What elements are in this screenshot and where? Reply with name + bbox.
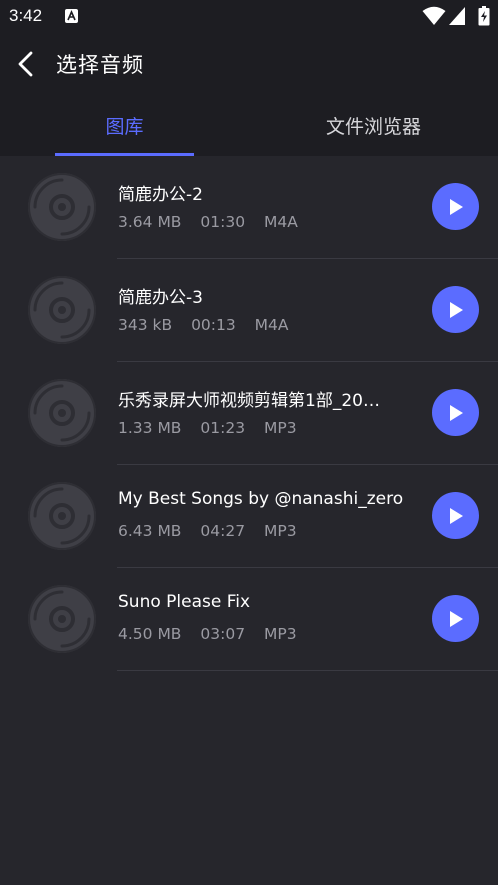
disc-icon: [28, 276, 96, 344]
tab-gallery-label: 图库: [105, 115, 144, 138]
play-icon: [449, 507, 463, 524]
audio-item[interactable]: Suno Please Fix 4.50 MB 03:07 MP3: [0, 568, 498, 671]
audio-name: 简鹿办公-3: [118, 288, 203, 308]
status-time: 3:42: [9, 6, 43, 25]
tab-gallery[interactable]: 图库: [0, 94, 249, 156]
audio-item[interactable]: My Best Songs by @nanashi_zero 6.43 MB 0…: [0, 465, 498, 568]
play-button[interactable]: [432, 595, 479, 642]
audio-size: 3.64 MB: [118, 213, 182, 231]
audio-duration: 04:27: [200, 522, 246, 540]
chevron-left-icon: [18, 51, 33, 77]
divider: [117, 670, 498, 671]
audio-size: 1.33 MB: [118, 419, 182, 437]
play-icon: [449, 404, 463, 421]
audio-meta: 6.43 MB 04:27 MP3: [118, 522, 311, 542]
play-icon: [449, 610, 463, 627]
audio-item[interactable]: 简鹿办公-2 3.64 MB 01:30 M4A: [0, 156, 498, 259]
play-button[interactable]: [432, 389, 479, 436]
audio-format: MP3: [264, 419, 297, 437]
notification-a-icon: [65, 9, 78, 23]
signal-icon: [449, 7, 465, 25]
audio-name: My Best Songs by @nanashi_zero: [118, 489, 404, 509]
tab-file-browser[interactable]: 文件浏览器: [249, 94, 498, 156]
battery-charging-icon: [478, 6, 490, 26]
back-button[interactable]: [10, 48, 42, 80]
app-bar: 选择音频: [0, 34, 498, 94]
audio-meta: 1.33 MB 01:23 MP3: [118, 419, 311, 439]
audio-meta: 343 kB 00:13 M4A: [118, 316, 303, 336]
disc-icon: [28, 173, 96, 241]
disc-icon: [28, 482, 96, 550]
page-title: 选择音频: [56, 53, 144, 77]
status-bar: 3:42: [0, 0, 498, 34]
audio-meta: 3.64 MB 01:30 M4A: [118, 213, 312, 233]
audio-duration: 01:30: [200, 213, 246, 231]
play-button[interactable]: [432, 286, 479, 333]
audio-name: Suno Please Fix: [118, 592, 251, 612]
tab-file-browser-label: 文件浏览器: [325, 115, 421, 138]
disc-icon: [28, 379, 96, 447]
disc-icon: [28, 585, 96, 653]
audio-size: 6.43 MB: [118, 522, 182, 540]
play-button[interactable]: [432, 183, 479, 230]
audio-name: 乐秀录屏大师视频剪辑第1部_20…: [118, 391, 380, 411]
audio-format: MP3: [264, 522, 297, 540]
play-button[interactable]: [432, 492, 479, 539]
screen: 3:42 选择音频 图库 文件浏览器 简鹿办公-2 3.64 MB 01:30 …: [0, 0, 498, 885]
audio-meta: 4.50 MB 03:07 MP3: [118, 625, 311, 645]
audio-duration: 03:07: [200, 625, 246, 643]
audio-item[interactable]: 简鹿办公-3 343 kB 00:13 M4A: [0, 259, 498, 362]
audio-size: 4.50 MB: [118, 625, 182, 643]
play-icon: [449, 198, 463, 215]
audio-format: MP3: [264, 625, 297, 643]
audio-list: 简鹿办公-2 3.64 MB 01:30 M4A 简鹿办公-3 343 kB 0…: [0, 156, 498, 671]
audio-duration: 00:13: [191, 316, 236, 334]
audio-format: M4A: [254, 316, 289, 334]
audio-duration: 01:23: [200, 419, 246, 437]
play-icon: [449, 301, 463, 318]
audio-size: 343 kB: [118, 316, 173, 334]
audio-name: 简鹿办公-2: [118, 185, 203, 205]
tab-bar: 图库 文件浏览器: [0, 94, 498, 156]
audio-format: M4A: [264, 213, 298, 231]
wifi-icon: [422, 6, 446, 25]
audio-item[interactable]: 乐秀录屏大师视频剪辑第1部_20… 1.33 MB 01:23 MP3: [0, 362, 498, 465]
